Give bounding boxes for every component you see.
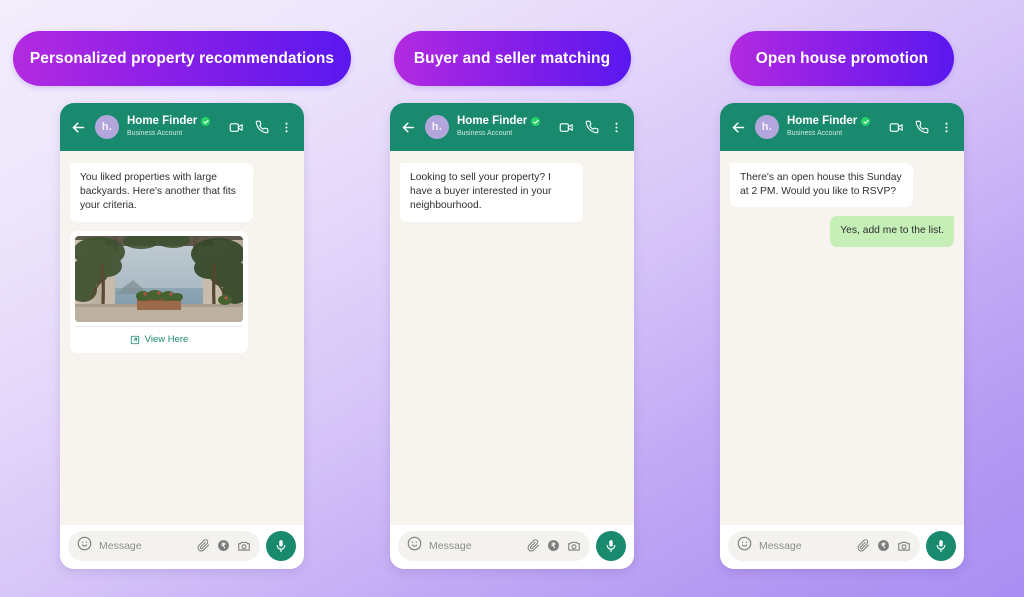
emoji-icon[interactable] (77, 536, 92, 556)
external-link-icon (130, 335, 140, 345)
panel-open-house-promotion: Open house promotion h. Home Finder Busi… (682, 0, 1002, 569)
property-media-card[interactable]: View Here (70, 230, 248, 353)
contact-subtitle: Business Account (127, 130, 183, 137)
message-input-field[interactable]: Message ₹ (68, 530, 260, 561)
message-placeholder: Message (99, 539, 142, 552)
more-options-icon[interactable] (610, 121, 623, 134)
avatar[interactable]: h. (425, 115, 449, 139)
paperclip-icon[interactable] (197, 539, 210, 552)
panel-personalized-property-recommendations: Personalized property recommendations h.… (13, 0, 351, 569)
panel-badge-3: Open house promotion (730, 31, 954, 86)
header-actions-1 (229, 120, 295, 135)
phone-call-icon[interactable] (255, 120, 269, 134)
video-call-icon[interactable] (559, 120, 574, 135)
phone-mockup-2: h. Home Finder Business Account Looking … (390, 103, 634, 569)
rupee-payment-icon[interactable]: ₹ (877, 539, 890, 552)
rupee-payment-icon[interactable]: ₹ (547, 539, 560, 552)
chat-messages-3: There's an open house this Sunday at 2 P… (720, 151, 964, 525)
contact-subtitle: Business Account (457, 130, 513, 137)
message-input-bar-2: Message ₹ (390, 525, 634, 569)
svg-text:₹: ₹ (551, 542, 556, 550)
camera-icon[interactable] (237, 539, 251, 553)
phone-mockup-3: h. Home Finder Business Account There's … (720, 103, 964, 569)
contact-name: Home Finder (787, 115, 858, 127)
page-canvas: Personalized property recommendations h.… (0, 0, 1024, 597)
emoji-icon[interactable] (737, 536, 752, 556)
panel-row: Personalized property recommendations h.… (0, 0, 1024, 569)
camera-icon[interactable] (897, 539, 911, 553)
message-input-bar-3: Message ₹ (720, 525, 964, 569)
chat-header-3: h. Home Finder Business Account (720, 103, 964, 151)
message-bubble-incoming: There's an open house this Sunday at 2 P… (730, 163, 913, 208)
contact-subtitle: Business Account (787, 130, 843, 137)
paperclip-icon[interactable] (527, 539, 540, 552)
view-here-label: View Here (144, 334, 189, 346)
phone-mockup-1: h. Home Finder Business Account You like… (60, 103, 304, 569)
microphone-button[interactable] (926, 530, 956, 561)
message-input-field[interactable]: Message ₹ (398, 530, 590, 561)
paperclip-icon[interactable] (857, 539, 870, 552)
contact-info-2[interactable]: Home Finder Business Account (457, 115, 559, 139)
avatar[interactable]: h. (755, 115, 779, 139)
verified-check-icon (861, 117, 871, 126)
message-placeholder: Message (429, 539, 472, 552)
message-bubble-incoming: You liked properties with large backyard… (70, 163, 253, 222)
more-options-icon[interactable] (280, 121, 293, 134)
back-arrow-icon[interactable] (400, 119, 417, 136)
input-actions-2: ₹ (527, 539, 581, 553)
microphone-button[interactable] (266, 530, 296, 561)
property-photo (75, 235, 243, 322)
header-actions-3 (889, 120, 955, 135)
message-bubble-incoming: Looking to sell your property? I have a … (400, 163, 583, 222)
message-placeholder: Message (759, 539, 802, 552)
input-actions-1: ₹ (197, 539, 251, 553)
back-arrow-icon[interactable] (70, 119, 87, 136)
message-bubble-outgoing: Yes, add me to the list. (830, 216, 954, 247)
rupee-payment-icon[interactable]: ₹ (217, 539, 230, 552)
panel-badge-1: Personalized property recommendations (13, 31, 351, 86)
phone-call-icon[interactable] (915, 120, 929, 134)
message-input-field[interactable]: Message ₹ (728, 530, 920, 561)
back-arrow-icon[interactable] (730, 119, 747, 136)
avatar[interactable]: h. (95, 115, 119, 139)
camera-icon[interactable] (567, 539, 581, 553)
chat-header-2: h. Home Finder Business Account (390, 103, 634, 151)
input-actions-3: ₹ (857, 539, 911, 553)
contact-info-1[interactable]: Home Finder Business Account (127, 115, 229, 139)
emoji-icon[interactable] (407, 536, 422, 556)
chat-header-1: h. Home Finder Business Account (60, 103, 304, 151)
header-actions-2 (559, 120, 625, 135)
verified-check-icon (201, 117, 211, 126)
video-call-icon[interactable] (889, 120, 904, 135)
panel-buyer-and-seller-matching: Buyer and seller matching h. Home Finder (352, 0, 672, 569)
verified-check-icon (531, 117, 541, 126)
contact-info-3[interactable]: Home Finder Business Account (787, 115, 889, 139)
svg-text:₹: ₹ (881, 542, 886, 550)
view-here-link[interactable]: View Here (75, 325, 243, 353)
panel-badge-2: Buyer and seller matching (393, 31, 631, 86)
chat-messages-2: Looking to sell your property? I have a … (390, 151, 634, 525)
contact-name: Home Finder (127, 115, 198, 127)
video-call-icon[interactable] (229, 120, 244, 135)
microphone-button[interactable] (596, 530, 626, 561)
more-options-icon[interactable] (940, 121, 953, 134)
phone-call-icon[interactable] (585, 120, 599, 134)
chat-messages-1: You liked properties with large backyard… (60, 151, 304, 525)
contact-name: Home Finder (457, 115, 528, 127)
svg-text:₹: ₹ (221, 542, 226, 550)
message-input-bar-1: Message ₹ (60, 525, 304, 569)
